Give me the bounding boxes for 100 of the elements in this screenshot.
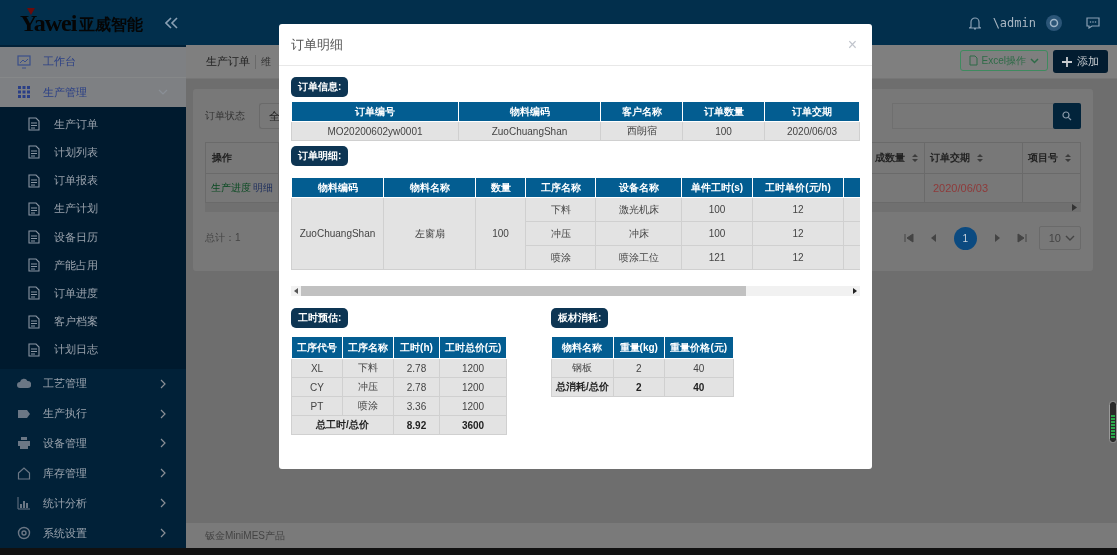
sort-icon bbox=[911, 153, 919, 163]
notification-button[interactable] bbox=[968, 15, 981, 30]
menu-item[interactable]: 生产执行 bbox=[0, 398, 186, 429]
plus-icon bbox=[1062, 56, 1072, 67]
chat-icon bbox=[1086, 16, 1100, 29]
column-header: 项目号 bbox=[1028, 151, 1058, 165]
column-header: 物料编码 bbox=[458, 102, 601, 122]
submenu-item[interactable]: 订单进度 bbox=[0, 279, 186, 308]
search-icon bbox=[1062, 111, 1072, 121]
column-header: 重量价格(元) bbox=[664, 337, 734, 359]
scroll-right-icon bbox=[853, 288, 857, 294]
submenu-item[interactable]: 客户档案 bbox=[0, 307, 186, 336]
dialog-title: 订单明细 bbox=[291, 35, 343, 54]
column-header: 物料名称 bbox=[551, 337, 614, 359]
section-label: 订单信息: bbox=[291, 77, 349, 97]
sort-icon bbox=[976, 153, 984, 163]
logo: Yawei亚威智能 bbox=[20, 10, 144, 35]
column-header: 操作 bbox=[212, 151, 232, 165]
double-chevron-icon bbox=[165, 16, 180, 29]
document-icon bbox=[28, 230, 40, 244]
scroll-right-icon bbox=[1072, 204, 1077, 211]
triangle-icon bbox=[27, 7, 35, 15]
document-icon bbox=[28, 286, 40, 301]
column-header: 工时单价(元/h) bbox=[752, 178, 844, 198]
menu-item[interactable]: 统计分析 bbox=[0, 488, 186, 519]
document-icon bbox=[28, 117, 40, 132]
avatar-icon bbox=[1046, 14, 1062, 31]
column-header: 设备名称 bbox=[595, 178, 682, 198]
file-icon bbox=[968, 55, 978, 66]
search-field[interactable] bbox=[892, 103, 1053, 129]
submenu-item[interactable]: 订单报表 bbox=[0, 166, 186, 195]
bell-icon bbox=[968, 15, 981, 30]
chevron-right-icon bbox=[158, 468, 168, 479]
submenu-item[interactable]: 计划列表 bbox=[0, 138, 186, 167]
table-cell: 冲床 bbox=[595, 221, 682, 246]
document-icon bbox=[28, 314, 40, 329]
add-button[interactable]: 添加 bbox=[1053, 50, 1108, 73]
column-header: 工时总价(元) bbox=[439, 337, 507, 359]
message-button[interactable] bbox=[1086, 16, 1100, 29]
table-cell: ZuoChuangShan bbox=[291, 197, 384, 270]
settings-icon bbox=[17, 526, 31, 541]
column-header: 单件工时(s) bbox=[681, 178, 753, 198]
section-label: 板材消耗: bbox=[551, 308, 609, 328]
chevron-right-icon bbox=[158, 408, 168, 419]
cloud-icon bbox=[17, 376, 31, 391]
page-button[interactable]: 1 bbox=[953, 226, 977, 250]
collapse-button[interactable] bbox=[165, 16, 180, 29]
section-label: 订单明细: bbox=[291, 146, 349, 166]
caret-icon bbox=[1065, 235, 1075, 241]
menu-item[interactable]: 工艺管理 bbox=[0, 368, 186, 399]
table-cell: 12 bbox=[752, 197, 844, 222]
user-name[interactable]: \admin bbox=[992, 15, 1036, 30]
page-tab[interactable]: 生产订单 bbox=[206, 54, 250, 69]
scroll-left-icon bbox=[294, 288, 298, 294]
search-button[interactable] bbox=[1053, 103, 1081, 129]
column-header: 数量 bbox=[475, 178, 526, 198]
column-header: 工时(h) bbox=[393, 337, 440, 359]
column-header: 订单交期 bbox=[930, 151, 970, 165]
chevron-right-icon bbox=[158, 378, 168, 389]
document-icon bbox=[28, 342, 40, 357]
column-header: 成数量 bbox=[875, 151, 905, 165]
column-header: 工序名称 bbox=[525, 178, 596, 198]
menu-item[interactable]: 库存管理 bbox=[0, 458, 186, 489]
column-header: 客户名称 bbox=[600, 102, 683, 122]
chevron-right-icon bbox=[158, 498, 168, 509]
submenu-item[interactable]: 生产订单 bbox=[0, 110, 186, 139]
table-cell: 左窗扇 bbox=[383, 197, 476, 270]
document-icon bbox=[28, 258, 40, 273]
pager-button[interactable] bbox=[903, 230, 914, 246]
submenu-item[interactable]: 设备日历 bbox=[0, 222, 186, 252]
document-icon bbox=[28, 173, 40, 188]
submenu-item[interactable]: 计划日志 bbox=[0, 335, 186, 364]
pager-button[interactable] bbox=[1016, 230, 1027, 246]
chevron-right-icon bbox=[158, 528, 168, 539]
column-header: 物料名称 bbox=[383, 178, 476, 198]
menu-item[interactable]: 设备管理 bbox=[0, 428, 186, 459]
chevron-right-icon bbox=[158, 438, 168, 449]
submenu-item[interactable]: 生产计划 bbox=[0, 194, 186, 223]
caret-icon bbox=[1030, 57, 1039, 64]
bar-chart-icon bbox=[17, 496, 31, 511]
sort-icon bbox=[1064, 153, 1072, 163]
column-header: 物料编码 bbox=[291, 178, 384, 198]
section-label: 工时预估: bbox=[291, 308, 349, 328]
column-header: 订单编号 bbox=[291, 102, 459, 122]
menu-item[interactable]: 系统设置 bbox=[0, 518, 186, 548]
scrollbar-thumb[interactable] bbox=[301, 286, 746, 296]
column-header: 订单交期 bbox=[764, 102, 860, 122]
table-cell: 2020/06/03 bbox=[925, 174, 1023, 202]
table-cell: 激光机床 bbox=[595, 197, 682, 222]
first-page-icon bbox=[903, 232, 914, 243]
column-header: 重量(kg) bbox=[613, 337, 665, 359]
last-page-icon bbox=[1016, 232, 1027, 243]
table-cell: 喷涂工位 bbox=[595, 245, 682, 270]
submenu-item[interactable]: 产能占用 bbox=[0, 251, 186, 280]
grid-icon bbox=[17, 85, 31, 100]
table-cell: 100 bbox=[475, 197, 526, 270]
column-header: 工序代号 bbox=[291, 337, 343, 359]
horizontal-scrollbar[interactable] bbox=[291, 286, 860, 296]
column-header: 订单数量 bbox=[682, 102, 765, 122]
printer-icon bbox=[17, 436, 31, 451]
